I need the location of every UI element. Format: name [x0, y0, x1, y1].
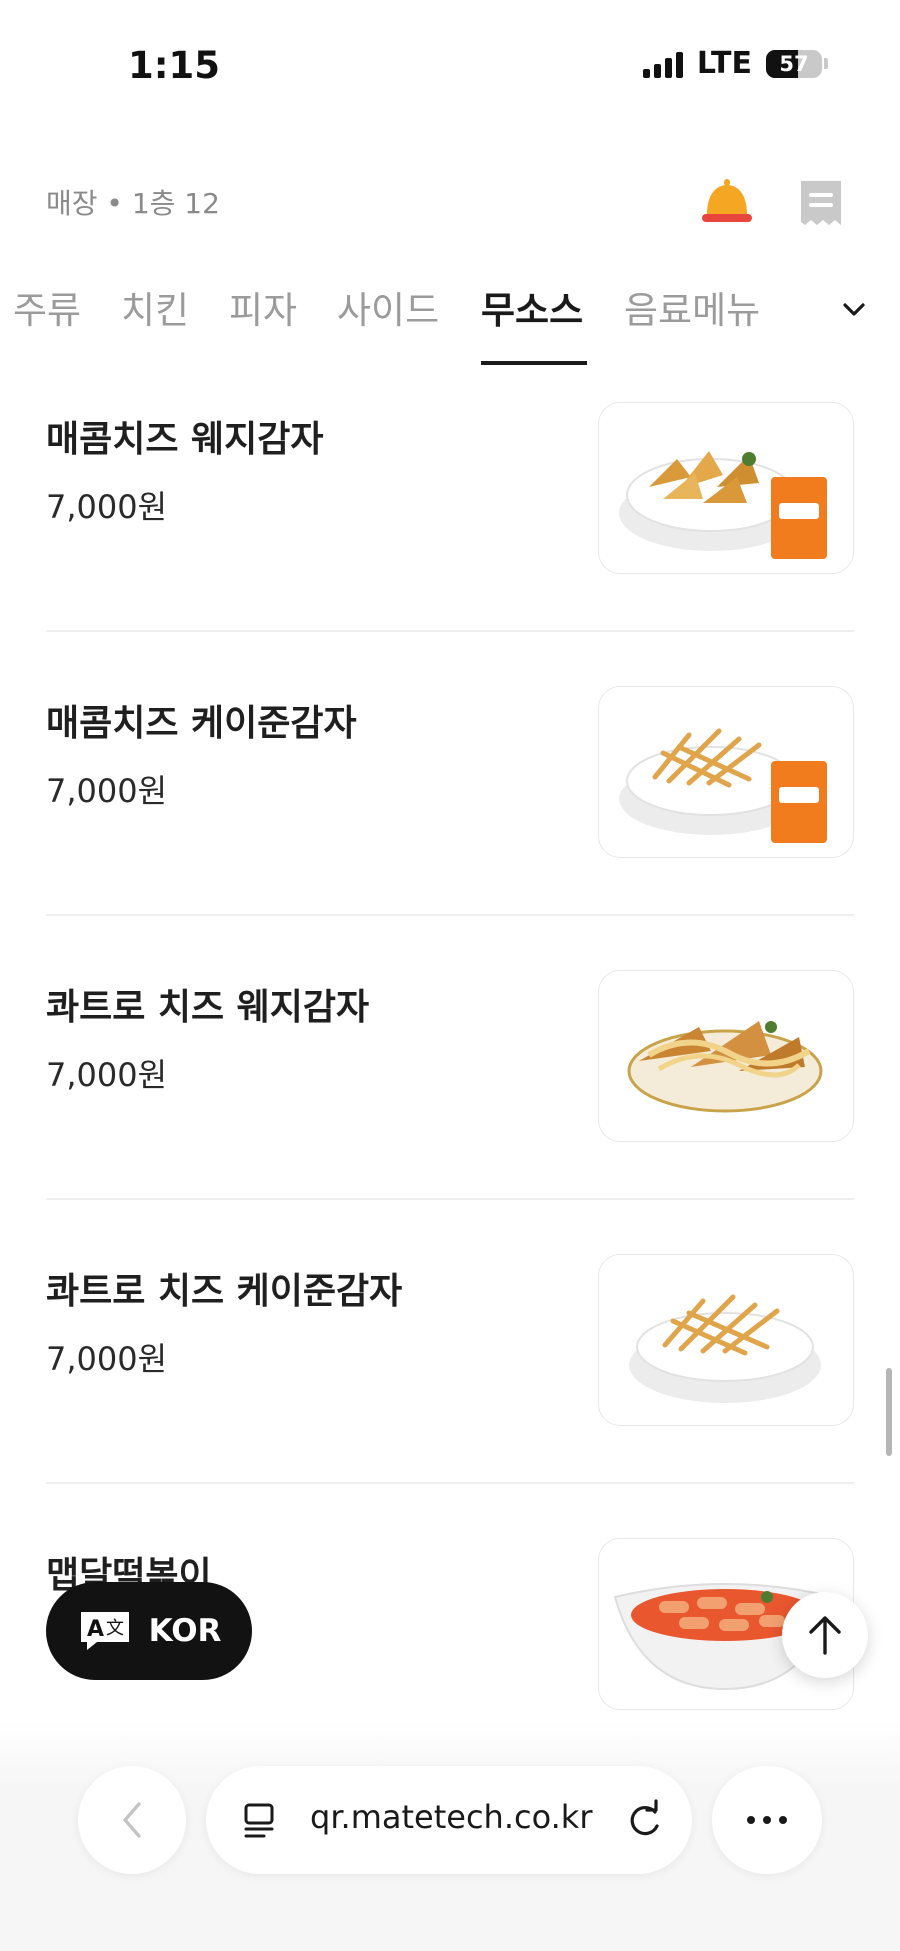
tab-drinks-alcohol[interactable]: 주류	[13, 280, 81, 334]
svg-text:文: 文	[106, 1618, 124, 1639]
menu-item-name: 콰트로 치즈 웨지감자	[46, 987, 370, 1028]
store-table-label: 매장 • 1층 12	[46, 187, 220, 220]
order-history-receipt-icon[interactable]	[798, 178, 844, 232]
menu-item-image	[598, 402, 854, 574]
address-bar[interactable]: qr.matetech.co.kr	[206, 1766, 692, 1874]
menu-item-price: 7,000원	[46, 772, 168, 810]
tab-chicken[interactable]: 치킨	[121, 280, 189, 334]
menu-item-name: 매콤치즈 웨지감자	[46, 419, 324, 460]
scrollbar[interactable]	[886, 1368, 892, 1456]
tab-no-sauce[interactable]: 무소스	[481, 280, 583, 334]
reader-view-icon[interactable]	[242, 1800, 282, 1840]
menu-item-name: 매콤치즈 케이준감자	[46, 703, 357, 744]
divider	[46, 1198, 854, 1200]
more-dot	[779, 1816, 787, 1824]
status-indicators: LTE 57	[642, 46, 828, 81]
menu-item-image	[598, 1254, 854, 1426]
active-tab-indicator	[481, 361, 587, 365]
signal-icon	[642, 50, 683, 78]
staff-call-bell-icon[interactable]	[700, 176, 754, 230]
chevron-down-icon[interactable]	[840, 296, 868, 328]
url-text: qr.matetech.co.kr	[310, 1798, 593, 1836]
chevron-left-icon	[123, 1802, 141, 1838]
more-dot	[747, 1816, 755, 1824]
menu-item-price: 7,000원	[46, 1056, 168, 1094]
arrow-up-icon	[809, 1616, 841, 1655]
tab-side[interactable]: 사이드	[337, 280, 439, 334]
menu-item-name: 콰트로 치즈 케이준감자	[46, 1271, 403, 1312]
divider	[46, 1482, 854, 1484]
divider	[46, 914, 854, 916]
tab-beverages[interactable]: 음료메뉴	[624, 280, 760, 334]
menu-item[interactable]: 콰트로 치즈 케이준감자 7,000원	[46, 1254, 854, 1546]
more-dot	[763, 1816, 771, 1824]
menu-item[interactable]: 콰트로 치즈 웨지감자 7,000원	[46, 970, 854, 1262]
menu-item-image	[598, 970, 854, 1142]
language-label: KOR	[148, 1613, 222, 1649]
network-label: LTE	[696, 46, 752, 81]
menu-item-price: 7,000원	[46, 1340, 168, 1378]
category-tabs: 주류 치킨 피자 사이드 무소스 음료메뉴	[0, 280, 820, 370]
more-options-button[interactable]	[712, 1766, 822, 1874]
scroll-to-top-button[interactable]	[782, 1592, 868, 1678]
tab-pizza[interactable]: 피자	[229, 280, 297, 334]
battery-percent: 57	[779, 51, 809, 76]
browser-back-button[interactable]	[78, 1766, 186, 1874]
menu-item-price: 7,000원	[46, 488, 168, 526]
menu-item[interactable]: 매콤치즈 웨지감자 7,000원	[46, 402, 854, 694]
divider	[46, 630, 854, 632]
svg-text:A: A	[87, 1617, 104, 1642]
translate-icon: A 文	[80, 1612, 129, 1650]
battery-icon: 57	[766, 49, 822, 78]
status-time: 1:15	[128, 44, 221, 87]
menu-item-image	[598, 686, 854, 858]
reload-icon[interactable]	[624, 1798, 664, 1842]
language-button[interactable]: A 文 KOR	[46, 1582, 252, 1680]
battery-tip	[824, 58, 828, 69]
menu-item[interactable]: 매콤치즈 케이준감자 7,000원	[46, 686, 854, 978]
